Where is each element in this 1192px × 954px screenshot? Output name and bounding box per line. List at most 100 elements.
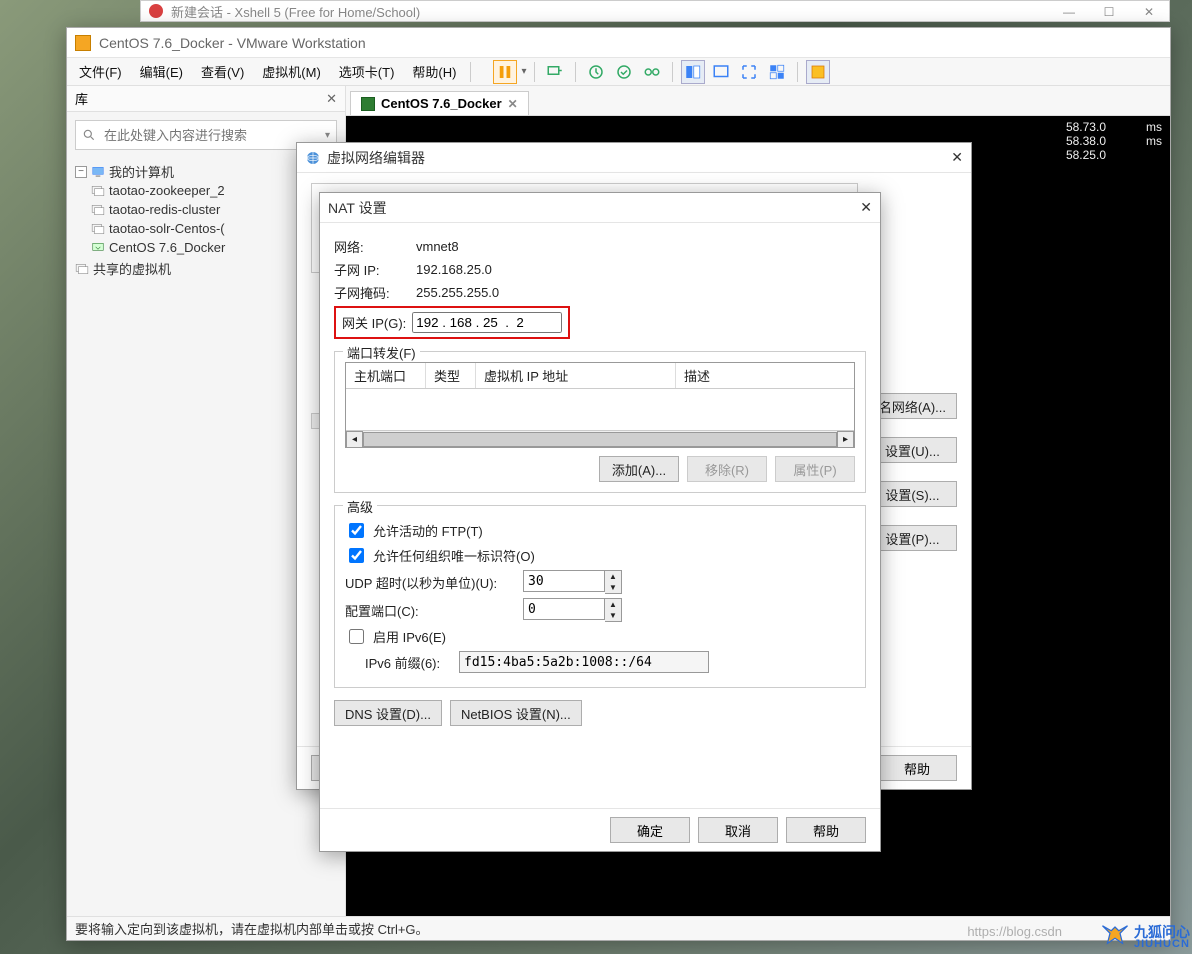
close-icon[interactable]: ✕ — [860, 199, 872, 216]
ipv6-prefix-input — [459, 651, 709, 673]
menu-help[interactable]: 帮助(H) — [404, 62, 464, 81]
pause-icon[interactable] — [493, 60, 517, 84]
vm-icon — [91, 222, 105, 236]
dhcp-settings-button[interactable]: 设置(U)... — [868, 437, 957, 463]
config-port-input[interactable] — [523, 598, 605, 620]
enable-ipv6-checkbox[interactable]: 启用 IPv6(E) — [345, 626, 855, 647]
properties-button: 属性(P) — [775, 456, 855, 482]
dns-settings-button[interactable]: DNS 设置(D)... — [334, 700, 442, 726]
search-icon — [82, 128, 96, 142]
sidebar-close-icon[interactable]: ✕ — [326, 91, 337, 107]
hscrollbar[interactable]: ◂ ▸ — [346, 430, 854, 447]
separator — [797, 62, 798, 82]
xshell-window-buttons: — ☐ ✕ — [1049, 1, 1169, 23]
menu-file[interactable]: 文件(F) — [71, 62, 130, 81]
tab-vm-icon — [361, 97, 375, 111]
remove-button: 移除(R) — [687, 456, 767, 482]
collapse-icon[interactable]: − — [75, 166, 87, 178]
separator — [672, 62, 673, 82]
network-value: vmnet8 — [416, 239, 459, 254]
tab-close-icon[interactable]: ✕ — [508, 97, 518, 111]
vm-icon — [91, 203, 105, 217]
nat-button-row: 确定 取消 帮助 — [320, 808, 880, 851]
fullscreen-icon[interactable] — [737, 60, 761, 84]
spin-down-icon[interactable]: ▼ — [605, 582, 621, 593]
close-icon[interactable]: ✕ — [1129, 1, 1169, 23]
netbios-settings-button[interactable]: NetBIOS 设置(N)... — [450, 700, 582, 726]
nat-settings-dialog: NAT 设置 ✕ 网络: vmnet8 子网 IP: 192.168.25.0 … — [319, 192, 881, 852]
allow-ftp-checkbox[interactable]: 允许活动的 FTP(T) — [345, 520, 855, 541]
tree-root-label: 我的计算机 — [109, 162, 174, 181]
dialog-title: NAT 设置 — [328, 198, 387, 218]
maximize-icon[interactable]: ☐ — [1089, 1, 1129, 23]
send-icon[interactable] — [543, 60, 567, 84]
gateway-input[interactable] — [412, 312, 562, 333]
dropdown-icon[interactable]: ▾ — [325, 130, 330, 141]
help-button[interactable]: 帮助 — [877, 755, 957, 781]
subnet-mask-value: 255.255.255.0 — [416, 285, 499, 300]
udp-timeout-input[interactable] — [523, 570, 605, 592]
sidebar-title: 库 — [75, 89, 88, 108]
manage-snapshots-icon[interactable] — [640, 60, 664, 84]
menu-edit[interactable]: 编辑(E) — [132, 62, 191, 81]
tab-active[interactable]: CentOS 7.6_Docker ✕ — [350, 91, 529, 115]
subnet-ip-field: 子网 IP: 192.168.25.0 — [334, 260, 866, 279]
help-button[interactable]: 帮助 — [786, 817, 866, 843]
menu-view[interactable]: 查看(V) — [193, 62, 252, 81]
port-forward-table[interactable]: 主机端口 类型 虚拟机 IP 地址 描述 ◂ ▸ — [345, 362, 855, 448]
menu-tabs[interactable]: 选项卡(T) — [331, 62, 403, 81]
vne-titlebar[interactable]: 虚拟网络编辑器 ✕ — [297, 143, 971, 173]
library-icon[interactable] — [806, 60, 830, 84]
port-forward-group: 端口转发(F) 主机端口 类型 虚拟机 IP 地址 描述 ◂ ▸ 添加(A)..… — [334, 351, 866, 493]
config-port-spinner[interactable]: ▲▼ — [523, 598, 622, 622]
vne-right-buttons: 名网络(A)... 设置(U)... 设置(S)... 设置(P)... — [868, 393, 957, 736]
network-field: 网络: vmnet8 — [334, 237, 866, 256]
cancel-button[interactable]: 取消 — [698, 817, 778, 843]
add-button[interactable]: 添加(A)... — [599, 456, 679, 482]
vmware-titlebar[interactable]: CentOS 7.6_Docker - VMware Workstation — [67, 28, 1170, 58]
nat-settings-button[interactable]: 设置(S)... — [868, 481, 957, 507]
udp-timeout-field: UDP 超时(以秒为单位)(U): ▲▼ — [345, 570, 855, 594]
separator — [575, 62, 576, 82]
nat-titlebar[interactable]: NAT 设置 ✕ — [320, 193, 880, 223]
scroll-right-icon[interactable]: ▸ — [837, 431, 854, 448]
close-icon[interactable]: ✕ — [951, 149, 963, 166]
vm-icon — [91, 241, 105, 255]
menubar: 文件(F) 编辑(E) 查看(V) 虚拟机(M) 选项卡(T) 帮助(H) ▾ — [67, 58, 1170, 86]
console-view-icon[interactable] — [709, 60, 733, 84]
scroll-thumb[interactable] — [363, 432, 837, 447]
ipv6-prefix-field: IPv6 前缀(6): — [365, 651, 855, 673]
minimize-icon[interactable]: — — [1049, 1, 1089, 23]
search-input[interactable] — [102, 127, 319, 144]
spin-up-icon[interactable]: ▲ — [605, 571, 621, 582]
snapshot-icon[interactable] — [584, 60, 608, 84]
config-port-field: 配置端口(C): ▲▼ — [345, 598, 855, 622]
scroll-left-icon[interactable]: ◂ — [346, 431, 363, 448]
sidebar-header: 库 ✕ — [67, 86, 345, 112]
unity-icon[interactable] — [765, 60, 789, 84]
separator — [534, 62, 535, 82]
toolbar: ▾ — [493, 60, 830, 84]
menu-vm[interactable]: 虚拟机(M) — [254, 62, 329, 81]
vm-icon — [91, 184, 105, 198]
separator — [470, 62, 471, 82]
xshell-icon — [149, 4, 163, 18]
revert-icon[interactable] — [612, 60, 636, 84]
allow-org-checkbox[interactable]: 允许任何组织唯一标识符(O) — [345, 545, 855, 566]
advanced-group: 高级 允许活动的 FTP(T) 允许任何组织唯一标识符(O) UDP 超时(以秒… — [334, 505, 866, 688]
ok-button[interactable]: 确定 — [610, 817, 690, 843]
udp-timeout-spinner[interactable]: ▲▼ — [523, 570, 622, 594]
statusbar: 要将输入定向到该虚拟机，请在虚拟机内部单击或按 Ctrl+G。 — [67, 916, 1170, 940]
spin-down-icon[interactable]: ▼ — [605, 610, 621, 621]
dropdown-icon[interactable]: ▾ — [521, 66, 526, 77]
subnet-ip-value: 192.168.25.0 — [416, 262, 492, 277]
xshell-titlebar: 新建会话 - Xshell 5 (Free for Home/School) —… — [140, 0, 1170, 22]
adapter-settings-button[interactable]: 设置(P)... — [868, 525, 957, 551]
rename-network-button[interactable]: 名网络(A)... — [868, 393, 957, 419]
shared-icon — [75, 262, 89, 276]
window-title: CentOS 7.6_Docker - VMware Workstation — [99, 35, 366, 51]
computer-icon — [91, 165, 105, 179]
spin-up-icon[interactable]: ▲ — [605, 599, 621, 610]
thumbnail-view-icon[interactable] — [681, 60, 705, 84]
tab-strip: CentOS 7.6_Docker ✕ — [346, 86, 1170, 116]
